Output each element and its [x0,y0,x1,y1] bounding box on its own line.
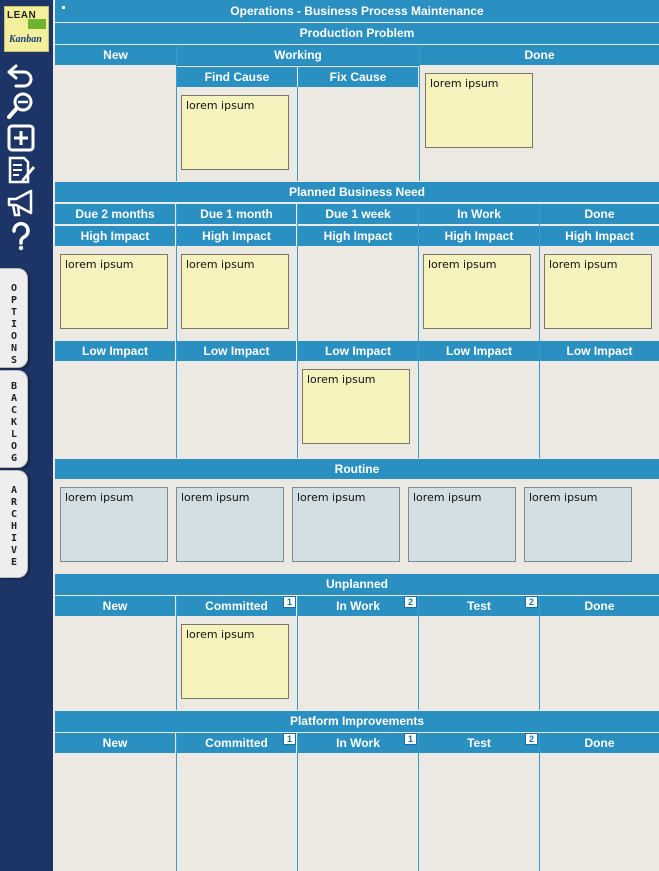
column-divider [176,733,177,871]
low-impact-header[interactable]: Low Impact [55,341,175,361]
low-impact-header[interactable]: Low Impact [419,341,539,361]
wip-limit-badge: 2 [525,596,538,608]
col-header-in-work[interactable]: In Work [298,596,418,616]
column-divider [418,204,419,458]
wip-limit-badge: 1 [404,733,417,745]
add-card-icon[interactable] [6,123,36,153]
lane-production-problem[interactable]: Production Problem [55,23,659,44]
kanban-card[interactable]: lorem ipsum [60,254,168,329]
lane-unplanned[interactable]: Unplanned [55,574,659,595]
wip-limit-badge: 2 [404,596,417,608]
column-divider [297,733,298,871]
kanban-card[interactable]: lorem ipsum [292,487,400,562]
col-header-done[interactable]: Done [540,733,659,753]
column-divider [418,733,419,871]
kanban-card[interactable]: lorem ipsum [302,369,410,444]
archive-tab[interactable]: A R C H I V E [0,470,28,578]
kanban-card[interactable]: lorem ipsum [425,73,533,148]
lane-planned-business-need[interactable]: Planned Business Need [55,182,659,202]
undo-icon[interactable] [6,60,36,90]
wip-limit-badge: 1 [283,596,296,608]
logo-text-bottom: Kanban [9,34,42,45]
col-header-new[interactable]: New [55,45,176,65]
column-divider [176,45,177,181]
lane-routine[interactable]: Routine [55,459,659,479]
archive-tab-label: A R C H I V E [10,485,18,568]
col-header-new[interactable]: New [55,596,175,616]
kanban-board: Operations - Business Process Maintenanc… [55,0,659,871]
divider [177,65,419,66]
column-divider [419,45,420,181]
left-sidebar: LEAN Kanban O P T I O N S B A C K L O G … [0,0,53,871]
edit-notes-icon[interactable] [6,155,36,185]
wip-limit-badge: 2 [525,733,538,745]
kanban-card[interactable]: lorem ipsum [181,624,289,699]
column-divider [539,204,540,458]
col-header-fix-cause[interactable]: Fix Cause [298,67,418,87]
col-header-done[interactable]: Done [420,45,659,65]
logo-green-block [28,19,46,29]
window-menu-dot[interactable] [62,6,65,9]
kanban-card[interactable]: lorem ipsum [423,254,531,329]
col-header-new[interactable]: New [55,733,175,753]
col-header-test[interactable]: Test [419,596,539,616]
high-impact-header[interactable]: High Impact [177,226,296,246]
help-icon[interactable] [6,221,36,251]
column-divider [297,87,298,181]
column-divider [418,596,419,710]
backlog-tab-label: B A C K L O G [10,381,18,464]
column-divider [539,596,540,710]
options-tab-label: O P T I O N S [10,283,18,366]
backlog-tab[interactable]: B A C K L O G [0,370,28,468]
low-impact-header[interactable]: Low Impact [177,341,296,361]
kanban-card[interactable]: lorem ipsum [181,95,289,170]
col-header-find-cause[interactable]: Find Cause [177,67,297,87]
column-divider [539,733,540,871]
col-header-in-work[interactable]: In Work [298,733,418,753]
zoom-icon[interactable] [6,90,36,120]
kanban-card[interactable]: lorem ipsum [176,487,284,562]
kanban-card[interactable]: lorem ipsum [544,254,652,329]
low-impact-header[interactable]: Low Impact [540,341,659,361]
announce-icon[interactable] [6,188,36,218]
col-header-due-1-month[interactable]: Due 1 month [177,204,296,224]
kanban-card[interactable]: lorem ipsum [60,487,168,562]
high-impact-header[interactable]: High Impact [540,226,659,246]
kanban-card[interactable]: lorem ipsum [524,487,632,562]
high-impact-header[interactable]: High Impact [419,226,539,246]
col-header-committed[interactable]: Committed [177,733,296,753]
column-divider [176,204,177,458]
kanban-card[interactable]: lorem ipsum [408,487,516,562]
col-header-committed[interactable]: Committed [177,596,296,616]
col-header-due-2-months[interactable]: Due 2 months [55,204,175,224]
board-title-bar: Operations - Business Process Maintenanc… [55,0,659,22]
column-divider [297,204,298,458]
column-divider [297,596,298,710]
high-impact-header[interactable]: High Impact [298,226,418,246]
lean-kanban-logo[interactable]: LEAN Kanban [4,6,49,52]
low-impact-header[interactable]: Low Impact [298,341,418,361]
col-header-done[interactable]: Done [540,596,659,616]
col-header-in-work[interactable]: In Work [419,204,539,224]
options-tab[interactable]: O P T I O N S [0,268,28,368]
col-header-due-1-week[interactable]: Due 1 week [298,204,418,224]
board-title: Operations - Business Process Maintenanc… [230,4,484,18]
col-header-test[interactable]: Test [419,733,539,753]
column-divider [176,596,177,710]
col-header-done[interactable]: Done [540,204,659,224]
col-header-working[interactable]: Working [177,45,419,65]
high-impact-header[interactable]: High Impact [55,226,175,246]
kanban-card[interactable]: lorem ipsum [181,254,289,329]
wip-limit-badge: 1 [283,733,296,745]
lane-platform-improvements[interactable]: Platform Improvements [55,711,659,732]
